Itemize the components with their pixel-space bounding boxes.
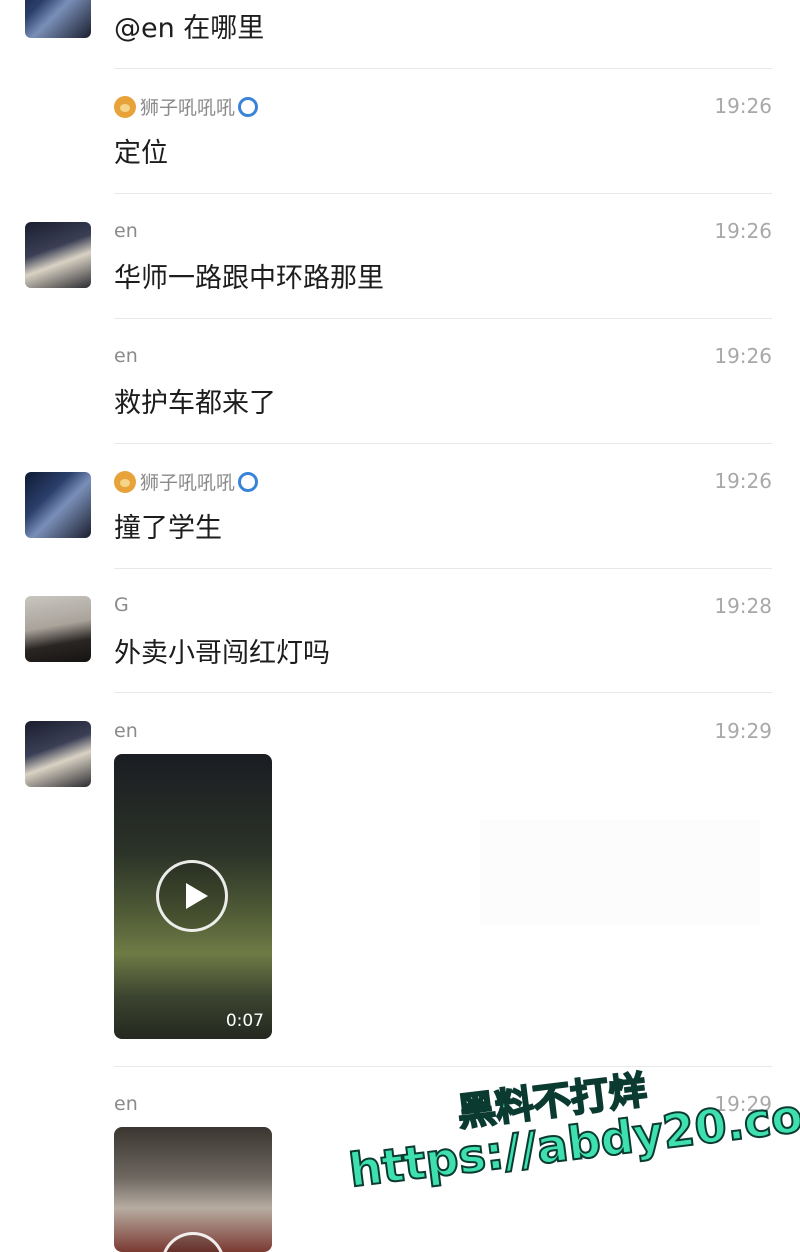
message-text: 定位 (114, 138, 168, 169)
sender-name: en (114, 345, 138, 367)
lion-emoji-icon (114, 96, 136, 118)
timestamp: 19:26 (714, 344, 772, 368)
lion-emoji-icon (114, 471, 136, 493)
image-placeholder (480, 820, 760, 925)
watermark: 黑料不打烊 https://abdy20.com (340, 1067, 800, 1228)
avatar[interactable] (25, 721, 91, 787)
video-message[interactable]: 0:07 (114, 754, 272, 1039)
timestamp: 19:26 (714, 219, 772, 243)
timestamp: 19:26 (714, 469, 772, 493)
play-icon[interactable] (161, 1232, 225, 1252)
message-text: 撞了学生 (114, 513, 222, 544)
message-text: @en 在哪里 (114, 13, 265, 44)
avatar[interactable] (25, 222, 91, 288)
video-message[interactable] (114, 1127, 272, 1252)
play-icon[interactable] (156, 860, 228, 932)
avatar[interactable] (25, 472, 91, 538)
sender-name: en (114, 1093, 138, 1115)
message-text: 救护车都来了 (114, 388, 276, 419)
divider (114, 443, 772, 444)
divider (114, 692, 772, 693)
divider (114, 68, 772, 69)
sender-name: en (114, 720, 138, 742)
divider (114, 568, 772, 569)
message-text: 外卖小哥闯红灯吗 (114, 638, 330, 669)
divider (114, 318, 772, 319)
sender-name: 狮子吼吼吼 (114, 93, 259, 120)
divider (114, 193, 772, 194)
sender-name: 狮子吼吼吼 (114, 468, 259, 495)
timestamp: 19:26 (714, 94, 772, 118)
video-duration: 0:07 (225, 1011, 264, 1031)
message-text: 华师一路跟中环路那里 (114, 263, 384, 294)
avatar[interactable] (25, 0, 91, 38)
timestamp: 19:29 (714, 719, 772, 743)
avatar[interactable] (25, 596, 91, 662)
sender-name: en (114, 220, 138, 242)
timestamp: 19:28 (714, 594, 772, 618)
sender-name: G (114, 594, 129, 616)
spiral-badge-icon (238, 472, 259, 492)
spiral-badge-icon (238, 97, 259, 117)
divider (114, 1066, 772, 1067)
